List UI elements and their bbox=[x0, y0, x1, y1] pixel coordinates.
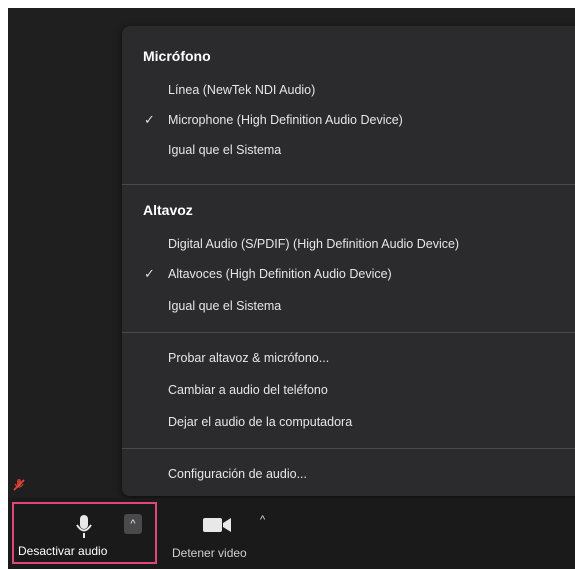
menu-item-switch-phone-audio[interactable]: Cambiar a audio del teléfono bbox=[122, 376, 575, 404]
menu-item-leave-computer-audio[interactable]: Dejar el audio de la computadora bbox=[122, 408, 575, 436]
menu-item-label: Probar altavoz & micrófono... bbox=[168, 351, 330, 365]
menu-item-speaker-hd[interactable]: ✓ Altavoces (High Definition Audio Devic… bbox=[122, 260, 575, 288]
audio-button-label: Desactivar audio bbox=[18, 544, 108, 558]
microphone-section-title: Micrófono bbox=[143, 48, 211, 64]
menu-item-mic-line[interactable]: Línea (NewTek NDI Audio) bbox=[122, 76, 575, 104]
check-icon: ✓ bbox=[144, 112, 155, 127]
speaker-section-title: Altavoz bbox=[143, 202, 193, 218]
video-options-caret-button[interactable]: ^ bbox=[260, 514, 265, 526]
meeting-toolbar: ^ Desactivar audio ^ Detener video bbox=[8, 498, 575, 569]
menu-item-label: Cambiar a audio del teléfono bbox=[168, 383, 328, 397]
menu-item-label: Altavoces (High Definition Audio Device) bbox=[168, 267, 392, 281]
menu-item-label: Igual que el Sistema bbox=[168, 143, 282, 157]
menu-item-mic-system[interactable]: Igual que el Sistema bbox=[122, 136, 575, 164]
menu-item-label: Configuración de audio... bbox=[168, 467, 307, 481]
menu-item-speaker-system[interactable]: Igual que el Sistema bbox=[122, 292, 575, 320]
meeting-window: Micrófono Línea (NewTek NDI Audio) ✓ Mic… bbox=[8, 8, 575, 569]
menu-item-label: Dejar el audio de la computadora bbox=[168, 415, 353, 429]
menu-item-label: Igual que el Sistema bbox=[168, 299, 282, 313]
audio-options-menu: Micrófono Línea (NewTek NDI Audio) ✓ Mic… bbox=[122, 26, 575, 496]
menu-item-test-audio[interactable]: Probar altavoz & micrófono... bbox=[122, 344, 575, 372]
menu-divider bbox=[122, 332, 575, 333]
video-button-label: Detener video bbox=[172, 546, 247, 560]
menu-item-label: Línea (NewTek NDI Audio) bbox=[168, 83, 316, 97]
menu-divider bbox=[122, 448, 575, 449]
check-icon: ✓ bbox=[144, 266, 155, 281]
video-camera-icon bbox=[203, 518, 231, 532]
audio-options-caret-button[interactable]: ^ bbox=[124, 514, 142, 534]
microphone-icon bbox=[76, 515, 92, 538]
muted-mic-icon bbox=[13, 479, 25, 491]
stop-video-button[interactable]: ^ Detener video bbox=[166, 502, 276, 564]
menu-divider bbox=[122, 184, 575, 185]
menu-item-audio-settings[interactable]: Configuración de audio... bbox=[122, 460, 575, 488]
menu-item-label: Microphone (High Definition Audio Device… bbox=[168, 113, 403, 127]
menu-item-speaker-spdif[interactable]: Digital Audio (S/PDIF) (High Definition … bbox=[122, 230, 575, 258]
mute-audio-button[interactable]: ^ Desactivar audio bbox=[12, 502, 157, 564]
menu-item-mic-hd[interactable]: ✓ Microphone (High Definition Audio Devi… bbox=[122, 106, 575, 134]
menu-item-label: Digital Audio (S/PDIF) (High Definition … bbox=[168, 237, 460, 251]
